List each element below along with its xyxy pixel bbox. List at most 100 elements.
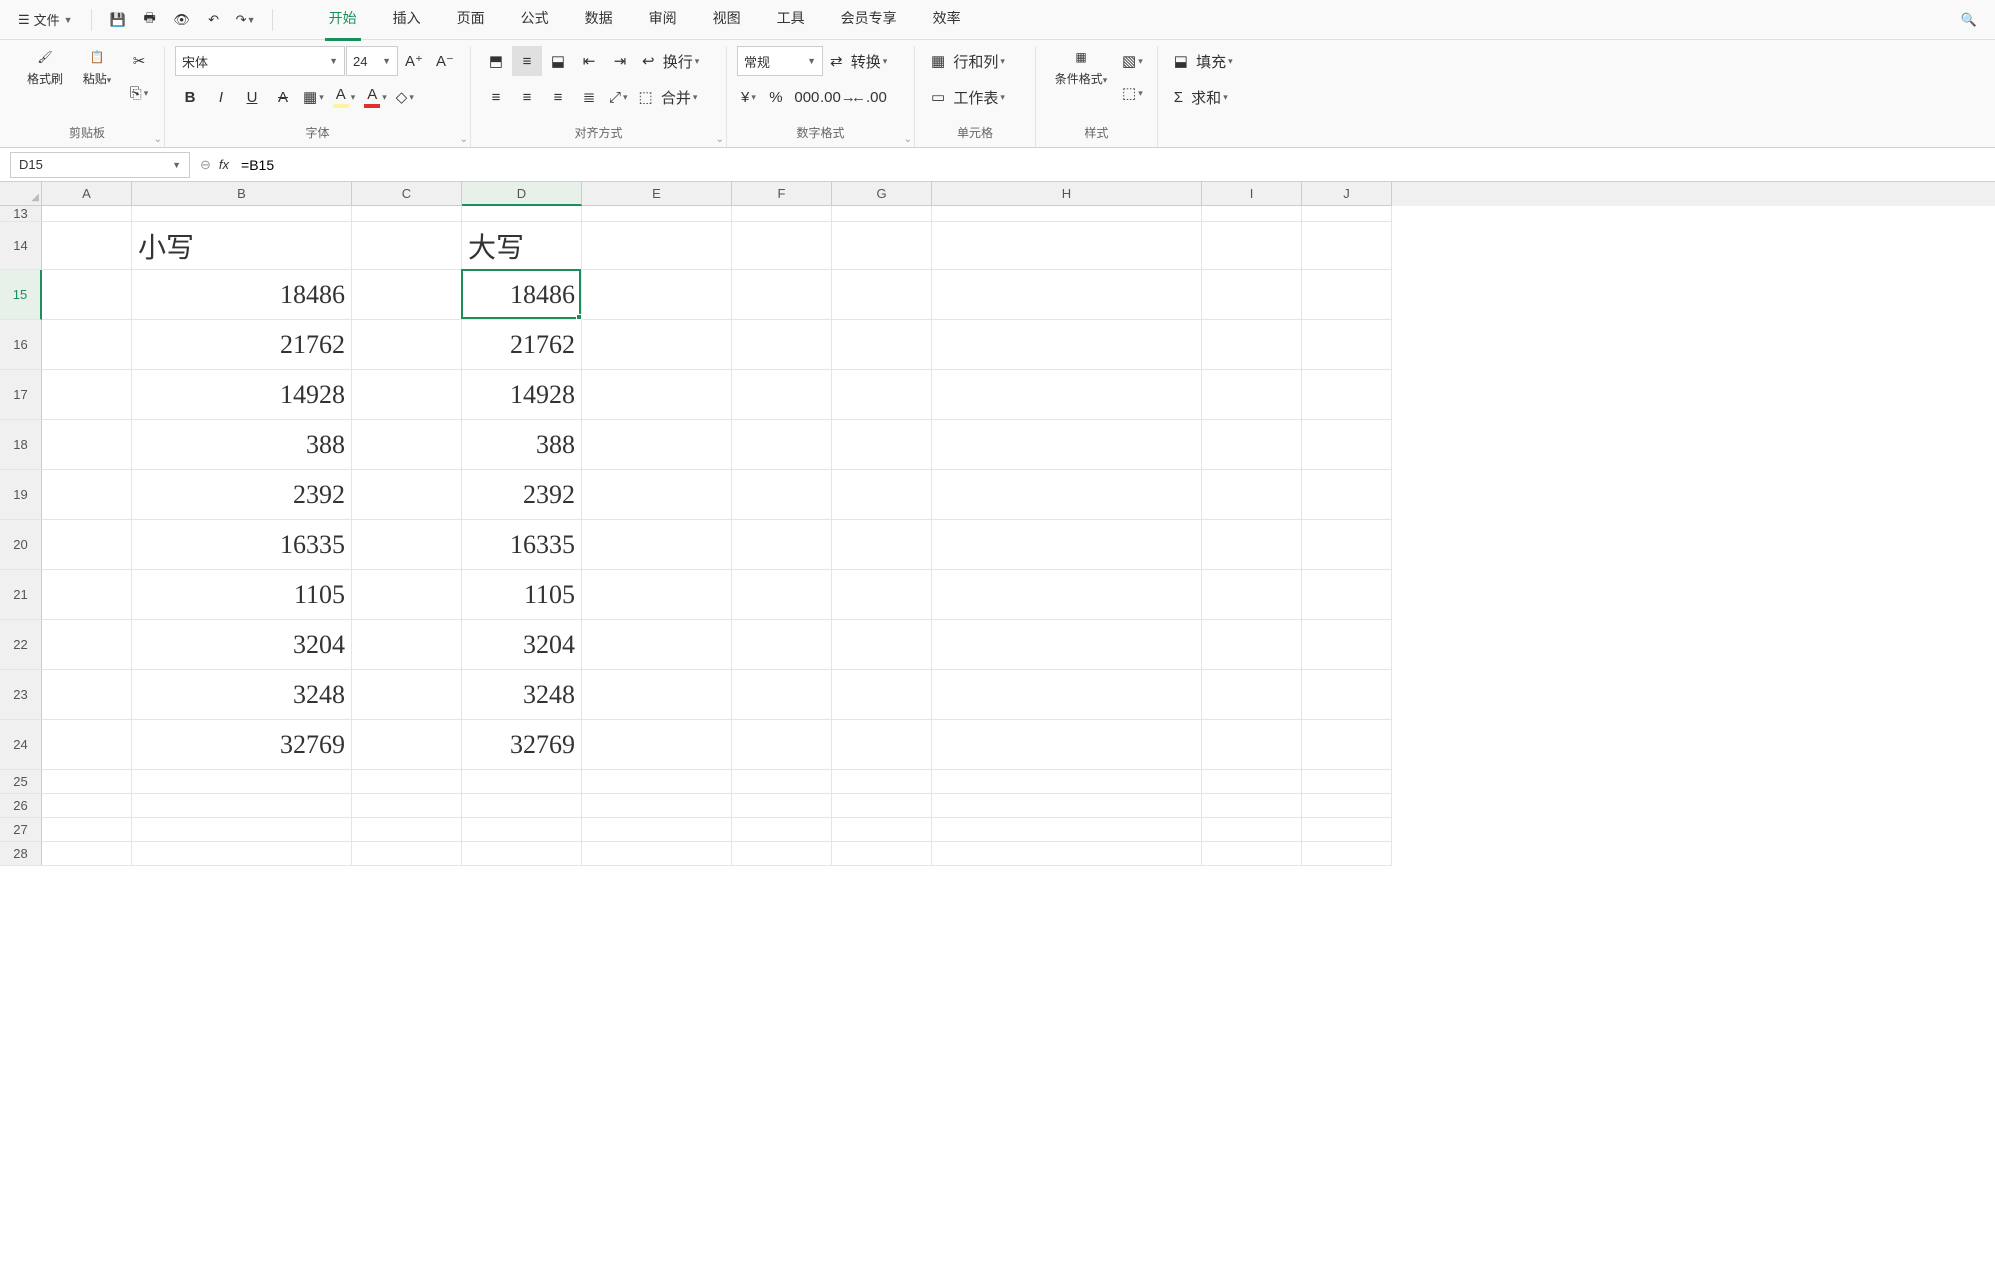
cell-D22[interactable]: 3204 xyxy=(462,620,582,670)
font-name-select[interactable]: 宋体▼ xyxy=(175,46,345,76)
cell-G16[interactable] xyxy=(832,320,932,370)
cell-F23[interactable] xyxy=(732,670,832,720)
cell-G13[interactable] xyxy=(832,206,932,222)
cell-J18[interactable] xyxy=(1302,420,1392,470)
convert-button[interactable]: ⇄ 转换▾ xyxy=(824,46,904,76)
sum-button[interactable]: Σ 求和▾ xyxy=(1168,82,1248,112)
save-button[interactable]: 💾 xyxy=(104,6,132,34)
cell-F27[interactable] xyxy=(732,818,832,842)
cell-D18[interactable]: 388 xyxy=(462,420,582,470)
cell-F28[interactable] xyxy=(732,842,832,866)
cell-I18[interactable] xyxy=(1202,420,1302,470)
cell-D17[interactable]: 14928 xyxy=(462,370,582,420)
tab-开始[interactable]: 开始 xyxy=(325,0,361,41)
align-bottom-button[interactable]: ⬓ xyxy=(543,46,573,76)
cell-B16[interactable]: 21762 xyxy=(132,320,352,370)
row-header-24[interactable]: 24 xyxy=(0,720,42,770)
cell-A25[interactable] xyxy=(42,770,132,794)
cell-H18[interactable] xyxy=(932,420,1202,470)
decrease-decimal-button[interactable]: ←.00 xyxy=(854,82,884,112)
cell-H23[interactable] xyxy=(932,670,1202,720)
cell-A23[interactable] xyxy=(42,670,132,720)
wrap-text-button[interactable]: ↩ 换行▾ xyxy=(636,46,716,76)
row-header-27[interactable]: 27 xyxy=(0,818,42,842)
cell-I23[interactable] xyxy=(1202,670,1302,720)
tab-效率[interactable]: 效率 xyxy=(929,0,965,41)
cell-B27[interactable] xyxy=(132,818,352,842)
cell-C13[interactable] xyxy=(352,206,462,222)
tab-会员专享[interactable]: 会员专享 xyxy=(837,0,901,41)
file-menu-button[interactable]: ☰ 文件 ▼ xyxy=(12,6,79,33)
row-header-17[interactable]: 17 xyxy=(0,370,42,420)
justify-button[interactable]: ≣ xyxy=(574,82,604,112)
currency-button[interactable]: ¥▾ xyxy=(737,82,760,112)
row-header-26[interactable]: 26 xyxy=(0,794,42,818)
cell-D23[interactable]: 3248 xyxy=(462,670,582,720)
cell-J16[interactable] xyxy=(1302,320,1392,370)
merge-button[interactable]: ⬚ 合并▾ xyxy=(633,82,713,112)
formula-input[interactable] xyxy=(237,153,1985,177)
cell-D24[interactable]: 32769 xyxy=(462,720,582,770)
cell-F24[interactable] xyxy=(732,720,832,770)
column-header-D[interactable]: D xyxy=(462,182,582,206)
cell-I17[interactable] xyxy=(1202,370,1302,420)
cell-H27[interactable] xyxy=(932,818,1202,842)
italic-button[interactable]: I xyxy=(206,82,236,112)
cell-H14[interactable] xyxy=(932,222,1202,270)
cell-J21[interactable] xyxy=(1302,570,1392,620)
cell-B17[interactable]: 14928 xyxy=(132,370,352,420)
cell-E17[interactable] xyxy=(582,370,732,420)
cell-G25[interactable] xyxy=(832,770,932,794)
worksheet-button[interactable]: ▭ 工作表▾ xyxy=(925,82,1025,112)
row-header-21[interactable]: 21 xyxy=(0,570,42,620)
format-painter-button[interactable]: 🖌 格式刷 xyxy=(20,46,70,87)
cell-B21[interactable]: 1105 xyxy=(132,570,352,620)
row-header-25[interactable]: 25 xyxy=(0,770,42,794)
cell-C18[interactable] xyxy=(352,420,462,470)
cell-B22[interactable]: 3204 xyxy=(132,620,352,670)
bold-button[interactable]: B xyxy=(175,82,205,112)
row-header-18[interactable]: 18 xyxy=(0,420,42,470)
cell-E22[interactable] xyxy=(582,620,732,670)
cell-J23[interactable] xyxy=(1302,670,1392,720)
row-header-20[interactable]: 20 xyxy=(0,520,42,570)
cell-G14[interactable] xyxy=(832,222,932,270)
strikethrough-button[interactable]: A xyxy=(268,82,298,112)
cell-E18[interactable] xyxy=(582,420,732,470)
row-header-13[interactable]: 13 xyxy=(0,206,42,222)
cell-C25[interactable] xyxy=(352,770,462,794)
cell-I20[interactable] xyxy=(1202,520,1302,570)
cell-J15[interactable] xyxy=(1302,270,1392,320)
cell-J25[interactable] xyxy=(1302,770,1392,794)
border-button[interactable]: ▦▾ xyxy=(299,82,328,112)
cell-B19[interactable]: 2392 xyxy=(132,470,352,520)
cell-style-button[interactable]: ▧▾ xyxy=(1118,46,1147,76)
cell-A20[interactable] xyxy=(42,520,132,570)
column-header-C[interactable]: C xyxy=(352,182,462,206)
cell-C23[interactable] xyxy=(352,670,462,720)
cell-E25[interactable] xyxy=(582,770,732,794)
cell-G27[interactable] xyxy=(832,818,932,842)
cell-B18[interactable]: 388 xyxy=(132,420,352,470)
tab-数据[interactable]: 数据 xyxy=(581,0,617,41)
cell-J24[interactable] xyxy=(1302,720,1392,770)
cell-I16[interactable] xyxy=(1202,320,1302,370)
cell-H19[interactable] xyxy=(932,470,1202,520)
cell-A19[interactable] xyxy=(42,470,132,520)
cell-F20[interactable] xyxy=(732,520,832,570)
align-right-button[interactable]: ≡ xyxy=(543,82,573,112)
cell-B13[interactable] xyxy=(132,206,352,222)
cell-C14[interactable] xyxy=(352,222,462,270)
underline-button[interactable]: U xyxy=(237,82,267,112)
font-size-select[interactable]: 24▼ xyxy=(346,46,398,76)
comma-button[interactable]: 000 xyxy=(792,82,822,112)
align-middle-button[interactable]: ≡ xyxy=(512,46,542,76)
cell-A24[interactable] xyxy=(42,720,132,770)
cell-H28[interactable] xyxy=(932,842,1202,866)
cell-F14[interactable] xyxy=(732,222,832,270)
cell-D26[interactable] xyxy=(462,794,582,818)
conditional-format-button[interactable]: ▦ 条件格式▾ xyxy=(1046,46,1116,87)
cell-D16[interactable]: 21762 xyxy=(462,320,582,370)
tab-公式[interactable]: 公式 xyxy=(517,0,553,41)
increase-font-button[interactable]: A⁺ xyxy=(399,46,429,76)
